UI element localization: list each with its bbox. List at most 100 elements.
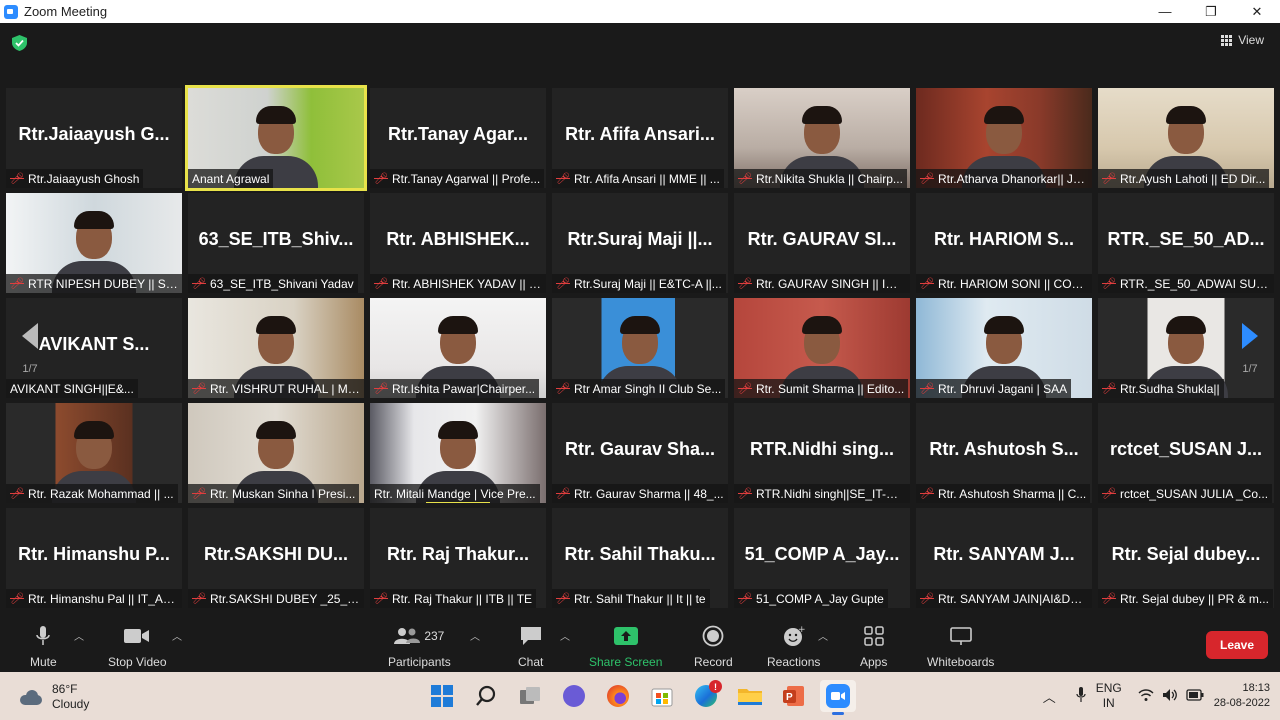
clock-time: 18:13 [1242, 682, 1270, 694]
previous-page-button[interactable]: 1/7 [0, 299, 60, 399]
muted-mic-icon: 🎤︎ [556, 383, 570, 395]
muted-mic-icon: 🎤︎ [556, 488, 570, 500]
participant-tile[interactable]: RTR.Nidhi sing... 🎤︎ RTR.Nidhi singh||SE_I… [734, 403, 910, 503]
audio-options-chevron-icon[interactable]: ︿ [74, 628, 84, 643]
participant-name: Rtr Amar Singh II Club Se... [573, 381, 722, 396]
whiteboards-label: Whiteboards [927, 655, 995, 669]
participant-tile[interactable]: Rtr.Tanay Agar... 🎤︎ Rtr.Tanay Agarwal || … [370, 88, 546, 188]
participant-tile[interactable]: Rtr. Raj Thakur... 🎤︎ Rtr. Raj Thakur || I… [370, 508, 546, 608]
language-code: ENG [1095, 681, 1122, 695]
participant-tile[interactable]: 🎤︎ RTR NIPESH DUBEY || SEC... [6, 193, 182, 293]
tray-microphone-icon[interactable] [1076, 686, 1086, 706]
participants-chevron-icon[interactable]: ︿ [470, 628, 480, 643]
participant-tile[interactable]: Rtr.Jaiaayush G... 🎤︎ Rtr.Jaiaayush Ghosh [6, 88, 182, 188]
participant-display-name: Rtr. Raj Thakur... [386, 544, 530, 564]
participant-tile[interactable]: 🎤︎ Rtr. Dhruvi Jagani | SAA [916, 298, 1092, 398]
video-options-chevron-icon[interactable]: ︿ [172, 628, 182, 643]
participant-tile[interactable]: 63_SE_ITB_Shiv... 🎤︎ 63_SE_ITB_Shivani Yad… [188, 193, 364, 293]
participant-tile[interactable]: Rtr. Mitali Mandge | Vice Pre... [370, 403, 546, 503]
search-button[interactable] [468, 680, 504, 712]
participant-tile[interactable]: 🎤︎ Rtr Amar Singh II Club Se... [552, 298, 728, 398]
minimize-button[interactable]: — [1142, 0, 1188, 23]
apps-button[interactable]: Apps [860, 624, 887, 669]
participant-tile[interactable]: rctcet_SUSAN J... 🎤︎ rctcet_SUSAN JULIA _C… [1098, 403, 1274, 503]
muted-mic-icon: 🎤︎ [374, 383, 388, 395]
chat-button[interactable]: Chat [518, 624, 543, 669]
participant-tile[interactable]: Anant Agrawal [185, 85, 367, 191]
participant-tile[interactable]: 🎤︎ Rtr.Ayush Lahoti || ED Dir... [1098, 88, 1274, 188]
participant-name-label: 🎤︎ Rtr.Jaiaayush Ghosh [6, 169, 144, 188]
stop-video-button[interactable]: Stop Video [108, 624, 167, 669]
language-indicator[interactable]: ENG IN [1096, 681, 1122, 711]
participant-tile[interactable]: 🎤︎ Rtr.Atharva Dhanorkar|| Jt. S... [916, 88, 1092, 188]
task-view-button[interactable] [512, 680, 548, 712]
participant-name-label: 🎤︎ Rtr. Gaurav Sharma || 48_... [552, 484, 728, 503]
wifi-icon[interactable] [1138, 688, 1154, 705]
participant-tile[interactable]: Rtr.SAKSHI DU... 🎤︎ Rtr.SAKSHI DUBEY _25_I… [188, 508, 364, 608]
participant-tile[interactable]: 🎤︎ Rtr. Razak Mohammad || ... [6, 403, 182, 503]
muted-mic-icon: 🎤︎ [10, 173, 24, 185]
close-button[interactable]: ✕ [1234, 0, 1280, 23]
muted-mic-icon: 🎤︎ [738, 278, 752, 290]
powerpoint-app[interactable]: P [776, 680, 812, 712]
muted-mic-icon: 🎤︎ [920, 383, 934, 395]
participant-tile[interactable]: 🎤︎ Rtr. Muskan Sinha I Presi... [188, 403, 364, 503]
participant-name: Rtr. GAURAV SINGH || IOT... [755, 276, 906, 291]
participant-tile[interactable]: Rtr.Suraj Maji ||... 🎤︎ Rtr.Suraj Maji || … [552, 193, 728, 293]
leave-button[interactable]: Leave [1206, 631, 1268, 659]
weather-widget[interactable]: 86°F Cloudy [18, 682, 89, 712]
participant-tile[interactable]: Rtr. ABHISHEK... 🎤︎ Rtr. ABHISHEK YADAV ||… [370, 193, 546, 293]
zoom-app[interactable] [820, 680, 856, 715]
participant-name-label: 🎤︎ Rtr. Afifa Ansari || MME || ... [552, 169, 724, 188]
participant-tile[interactable]: 🎤︎ Rtr. Sumit Sharma || Edito... [734, 298, 910, 398]
chat-chevron-icon[interactable]: ︿ [560, 628, 570, 643]
meeting-toolbar: Mute ︿ Stop Video ︿ 237 Participants ︿ C… [0, 620, 1280, 672]
participant-tile[interactable]: 51_COMP A_Jay... 🎤︎ 51_COMP A_Jay Gupte [734, 508, 910, 608]
store-app[interactable] [644, 680, 680, 712]
firefox-app[interactable] [600, 680, 636, 712]
next-page-button[interactable]: 1/7 [1220, 299, 1280, 399]
participant-tile[interactable]: 🎤︎ Rtr.Ishita Pawar|Chairper... [370, 298, 546, 398]
participant-tile[interactable]: Rtr. Gaurav Sha... 🎤︎ Rtr. Gaurav Sharma |… [552, 403, 728, 503]
participant-tile[interactable]: Rtr. GAURAV SI... 🎤︎ Rtr. GAURAV SINGH || … [734, 193, 910, 293]
participant-name: Rtr. Gaurav Sharma || 48_... [573, 486, 724, 501]
participant-tile[interactable]: 🎤︎ Rtr.Nikita Shukla || Chairp... [734, 88, 910, 188]
participants-button[interactable]: 237 Participants [388, 624, 451, 669]
participant-display-name: Rtr.Suraj Maji ||... [567, 229, 713, 249]
show-hidden-icons-chevron-icon[interactable]: ︿ [1043, 687, 1056, 706]
participant-name-label: 🎤︎ Rtr.Tanay Agarwal || Profe... [370, 169, 545, 188]
chat-app-icon [563, 685, 585, 707]
participant-tile[interactable]: Rtr. Himanshu P... 🎤︎ Rtr. Himanshu Pal ||… [6, 508, 182, 608]
reactions-chevron-icon[interactable]: ︿ [818, 628, 828, 643]
whiteboards-button[interactable]: Whiteboards [927, 624, 994, 669]
participant-tile[interactable]: 🎤︎ Rtr. VISHRUT RUHAL | ME... [188, 298, 364, 398]
start-button[interactable] [424, 680, 460, 712]
edge-app[interactable]: ! [688, 680, 724, 712]
mute-button[interactable]: Mute [30, 624, 57, 669]
participant-name: Rtr. VISHRUT RUHAL | ME... [209, 381, 360, 396]
muted-mic-icon: 🎤︎ [1102, 383, 1116, 395]
participant-name: Rtr. Sejal dubey || PR & m... [1119, 591, 1269, 606]
share-screen-button[interactable]: Share Screen [589, 624, 662, 669]
record-button[interactable]: Record [694, 624, 733, 669]
battery-icon[interactable] [1186, 688, 1204, 704]
stop-video-label: Stop Video [108, 655, 167, 669]
maximize-button[interactable]: ❐ [1188, 0, 1234, 23]
participant-tile[interactable]: Rtr. Sejal dubey... 🎤︎ Rtr. Sejal dubey ||… [1098, 508, 1274, 608]
file-explorer-app[interactable] [732, 680, 768, 712]
muted-mic-icon: 🎤︎ [1102, 593, 1116, 605]
participant-tile[interactable]: Rtr. Ashutosh S... 🎤︎ Rtr. Ashutosh Sharma… [916, 403, 1092, 503]
participant-tile[interactable]: Rtr. HARIOM S... 🎤︎ Rtr. HARIOM SONI || CO… [916, 193, 1092, 293]
participant-display-name: Rtr. HARIOM S... [933, 229, 1074, 249]
encryption-shield-icon[interactable] [12, 35, 27, 51]
view-button[interactable]: View [1221, 33, 1264, 47]
participant-tile[interactable]: Rtr. Afifa Ansari... 🎤︎ Rtr. Afifa Ansari … [552, 88, 728, 188]
clock[interactable]: 18:13 28-08-2022 [1214, 681, 1270, 711]
teams-chat-app[interactable] [556, 680, 592, 712]
reactions-button[interactable]: + Reactions [767, 624, 820, 669]
participant-tile[interactable]: Rtr. SANYAM J... 🎤︎ Rtr. SANYAM JAIN|AI&DS… [916, 508, 1092, 608]
participant-name-label: 🎤︎ Rtr Amar Singh II Club Se... [552, 379, 726, 398]
volume-icon[interactable] [1162, 688, 1178, 705]
participant-tile[interactable]: Rtr. Sahil Thaku... 🎤︎ Rtr. Sahil Thakur |… [552, 508, 728, 608]
participant-tile[interactable]: RTR._SE_50_AD... 🎤︎ RTR._SE_50_ADWAI SURVE [1098, 193, 1274, 293]
